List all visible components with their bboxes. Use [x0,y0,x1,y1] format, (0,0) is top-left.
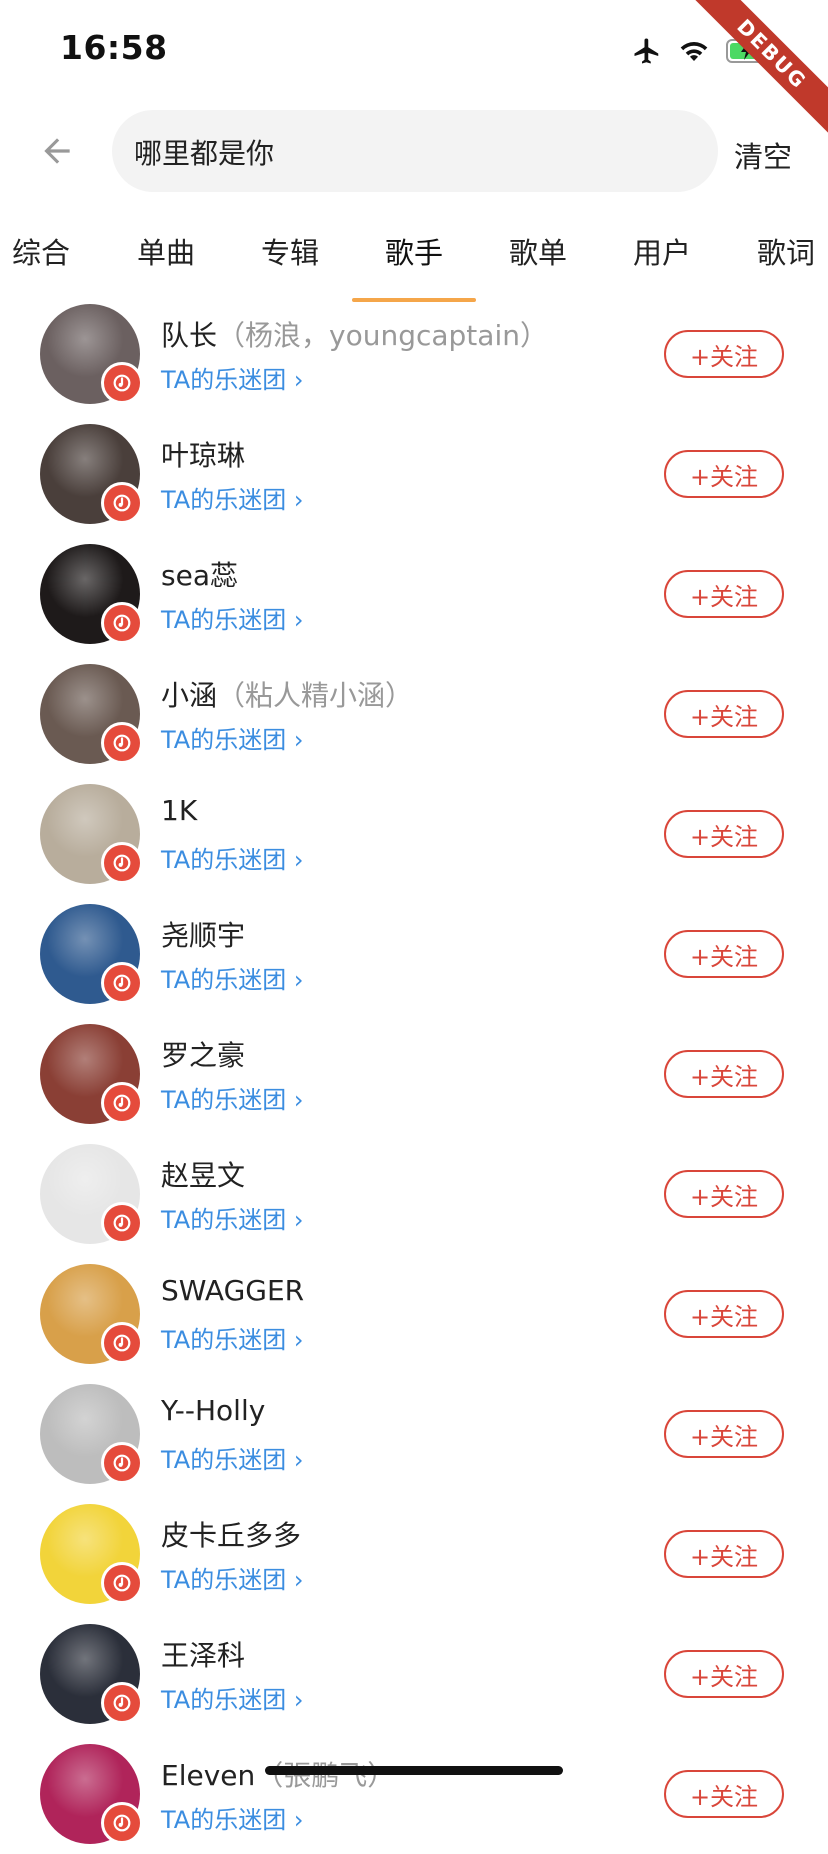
music-badge-icon [101,842,143,884]
artist-name: 皮卡丘多多 [161,1519,302,1552]
artist-name: 尧顺宇 [161,919,246,952]
follow-button[interactable]: +关注 [664,570,784,618]
follow-button[interactable]: +关注 [664,450,784,498]
fan-group-link[interactable]: TA的乐迷团 › [161,1200,303,1235]
follow-button[interactable]: +关注 [664,1290,784,1338]
follow-button[interactable]: +关注 [664,1650,784,1698]
music-badge-icon [101,362,143,404]
artist-row[interactable]: 尧顺宇 TA的乐迷团 › +关注 [0,894,828,1014]
wifi-icon [680,42,708,61]
artist-row[interactable]: SWAGGER TA的乐迷团 › +关注 [0,1254,828,1374]
fan-group-link[interactable]: TA的乐迷团 › [161,360,303,395]
music-badge-icon [101,1082,143,1124]
artist-name-line: SWAGGER [161,1274,304,1307]
follow-button[interactable]: +关注 [664,930,784,978]
search-query: 哪里都是你 [134,137,275,170]
follow-button[interactable]: +关注 [664,1410,784,1458]
artist-row[interactable]: Y--Holly TA的乐迷团 › +关注 [0,1374,828,1494]
music-badge-icon [101,482,143,524]
artist-row[interactable]: 队长（杨浪，youngcaptain） TA的乐迷团 › +关注 [0,294,828,414]
artist-name: sea蕊 [161,559,238,592]
music-badge-icon [101,962,143,1004]
fan-group-link[interactable]: TA的乐迷团 › [161,600,303,635]
back-button[interactable] [34,128,80,174]
artist-name: 1K [161,794,198,827]
artist-row[interactable]: 叶琼琳 TA的乐迷团 › +关注 [0,414,828,534]
search-row: 哪里都是你 清空 [0,110,828,192]
clear-button[interactable]: 清空 [734,134,792,176]
artist-name: SWAGGER [161,1274,305,1307]
artist-row[interactable]: 小涵（粘人精小涵） TA的乐迷团 › +关注 [0,654,828,774]
tab-all[interactable]: 综合 [0,230,96,272]
artist-name: Eleven [161,1759,256,1792]
artist-row[interactable]: 赵昱文 TA的乐迷团 › +关注 [0,1134,828,1254]
follow-button[interactable]: +关注 [664,810,784,858]
follow-button[interactable]: +关注 [664,330,784,378]
fan-group-link[interactable]: TA的乐迷团 › [161,720,303,755]
artist-alias: （張鹏飞） [255,1759,396,1792]
fan-group-link[interactable]: TA的乐迷团 › [161,1560,303,1595]
music-badge-icon [101,1322,143,1364]
tab-songs[interactable]: 单曲 [111,230,221,272]
music-badge-icon [101,722,143,764]
music-badge-icon [101,1562,143,1604]
artist-name: 叶琼琳 [161,439,246,472]
artist-name: 罗之豪 [161,1039,246,1072]
fan-group-link[interactable]: TA的乐迷团 › [161,840,303,875]
fan-group-link[interactable]: TA的乐迷团 › [161,1800,303,1835]
music-badge-icon [101,1202,143,1244]
artist-row[interactable]: 皮卡丘多多 TA的乐迷团 › +关注 [0,1494,828,1614]
fan-group-link[interactable]: TA的乐迷团 › [161,1320,303,1355]
music-badge-icon [101,1802,143,1844]
status-time: 16:58 [60,28,168,67]
tab-lyrics[interactable]: 歌词 [731,230,828,272]
artist-row[interactable]: 王泽科 TA的乐迷团 › +关注 [0,1614,828,1734]
home-indicator [265,1766,563,1775]
tab-users[interactable]: 用户 [607,230,717,272]
music-badge-icon [101,1442,143,1484]
artist-name: 队长 [161,319,218,352]
artist-row[interactable]: 1K TA的乐迷团 › +关注 [0,774,828,894]
artist-name-line: 皮卡丘多多 [161,1514,301,1554]
tab-artists[interactable]: 歌手 [359,230,469,272]
fan-group-link[interactable]: TA的乐迷团 › [161,1080,303,1115]
follow-button[interactable]: +关注 [664,1170,784,1218]
arrow-left-icon [44,138,70,164]
artist-row[interactable]: Eleven（張鹏飞） TA的乐迷团 › +关注 [0,1734,828,1854]
artist-name-line: 小涵（粘人精小涵） [161,674,413,714]
artist-name-line: 队长（杨浪，youngcaptain） [161,314,548,354]
music-badge-icon [101,602,143,644]
artist-name-line: 罗之豪 [161,1034,245,1074]
airplane-icon [634,38,659,64]
artist-name-line: 叶琼琳 [161,434,245,474]
artist-name: 王泽科 [161,1639,246,1672]
music-badge-icon [101,1682,143,1724]
follow-button[interactable]: +关注 [664,690,784,738]
tab-playlists[interactable]: 歌单 [483,230,593,272]
follow-button[interactable]: +关注 [664,1530,784,1578]
search-tabs: 综合 单曲 专辑 歌手 歌单 用户 歌词 [0,230,828,304]
search-input[interactable]: 哪里都是你 [112,110,718,192]
artist-name-line: Y--Holly [161,1394,265,1427]
artist-name: 小涵 [161,679,218,712]
follow-button[interactable]: +关注 [664,1770,784,1818]
artist-name-line: 赵昱文 [161,1154,245,1194]
fan-group-link[interactable]: TA的乐迷团 › [161,1440,303,1475]
artist-name: Y--Holly [161,1394,266,1427]
fan-group-link[interactable]: TA的乐迷团 › [161,1680,303,1715]
artist-row[interactable]: sea蕊 TA的乐迷团 › +关注 [0,534,828,654]
tab-albums[interactable]: 专辑 [235,230,345,272]
fan-group-link[interactable]: TA的乐迷团 › [161,480,303,515]
artist-name: 赵昱文 [161,1159,246,1192]
artist-alias: （杨浪，youngcaptain） [217,319,548,352]
follow-button[interactable]: +关注 [664,1050,784,1098]
fan-group-link[interactable]: TA的乐迷团 › [161,960,303,995]
artist-row[interactable]: 罗之豪 TA的乐迷团 › +关注 [0,1014,828,1134]
status-bar: 16:58 DEBUG [0,0,828,151]
artist-name-line: 1K [161,794,197,827]
artist-name-line: 尧顺宇 [161,914,245,954]
artist-name-line: sea蕊 [161,554,238,594]
artist-name-line: 王泽科 [161,1634,245,1674]
artist-alias: （粘人精小涵） [217,679,414,712]
